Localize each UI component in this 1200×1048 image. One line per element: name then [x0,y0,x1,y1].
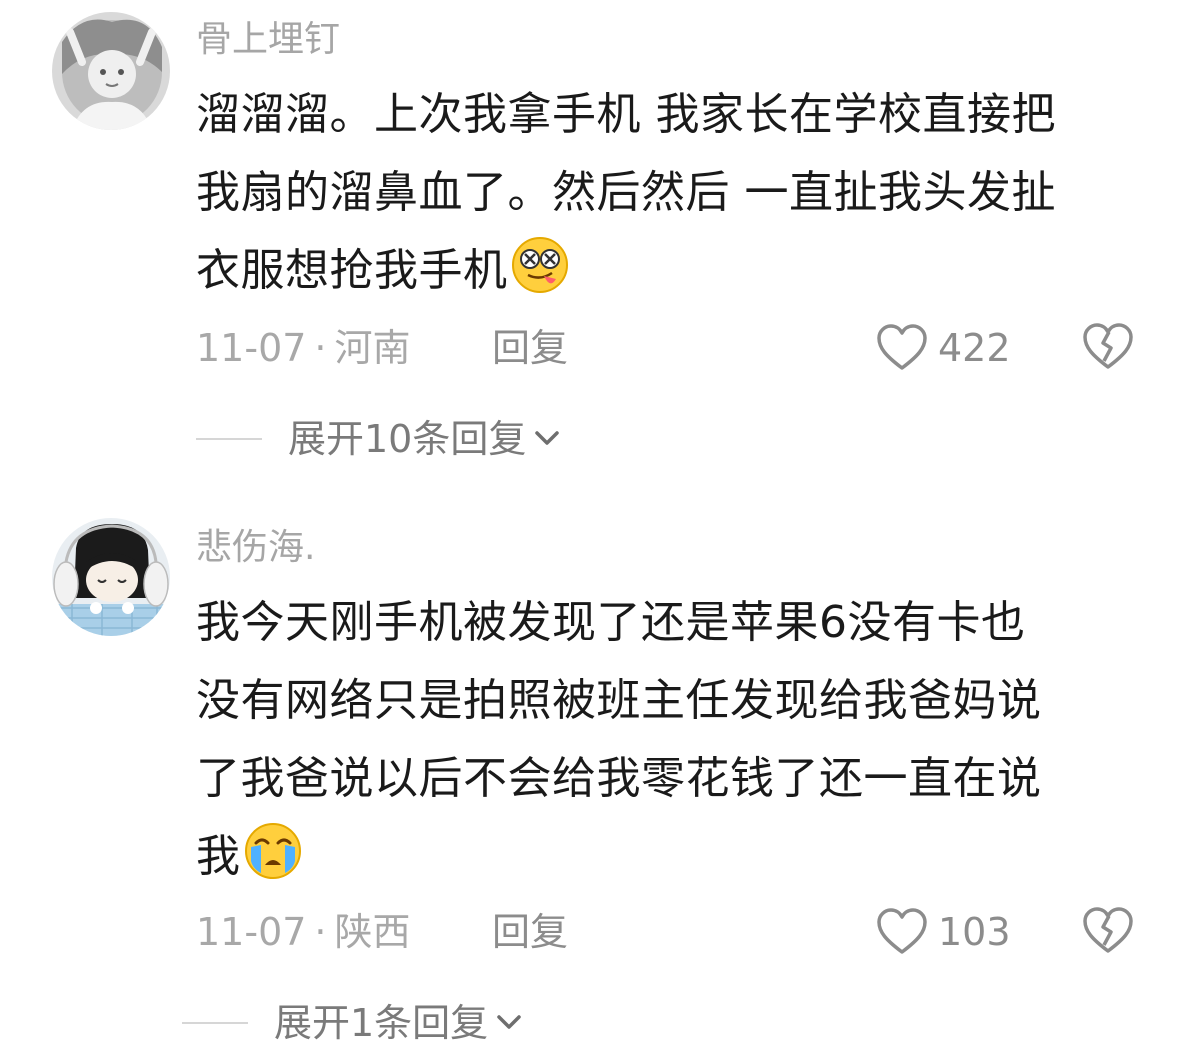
dislike-button[interactable] [1082,323,1134,375]
heart-outline-icon [877,324,927,370]
broken-heart-icon [1083,907,1133,953]
like-button[interactable]: 422 [876,323,1011,373]
username[interactable]: 骨上埋钉 [196,18,340,62]
reply-button[interactable]: 回复 [492,907,568,957]
expand-replies-button[interactable]: 展开10条回复 [196,414,560,464]
divider [182,1022,248,1024]
like-count: 422 [938,326,1011,370]
expand-replies-button[interactable]: 展开1条回复 [182,998,522,1048]
comment-text-segment: 衣服想抢我手机 [196,245,508,296]
comment-text-line: 没有网络只是拍照被班主任发现给我爸妈说 [196,675,1042,726]
meta-separator: · [314,326,327,370]
avatar[interactable] [52,518,170,636]
heart-outline-icon [877,908,927,954]
comment-date: 11-07 [196,910,307,954]
comment-text-line: 我 [196,818,1156,896]
broken-heart-icon [1083,323,1133,369]
comment-text-segment: 我 [196,831,241,882]
comment-text: 我今天刚手机被发现了还是苹果6没有卡也 没有网络只是拍照被班主任发现给我爸妈说 … [196,584,1156,896]
expand-replies-label: 展开1条回复 [274,1001,489,1045]
meta-separator: · [314,910,327,954]
like-button[interactable]: 103 [876,907,1011,957]
chevron-down-icon [497,1015,521,1029]
chevron-down-icon [535,431,560,445]
comment-location: 河南 [334,326,411,370]
reply-button[interactable]: 回复 [492,323,568,373]
comment-date: 11-07 [196,326,307,370]
like-count: 103 [938,910,1011,954]
crying-emoji-icon [244,823,301,879]
comment-text: 溜溜溜。上次我拿手机 我家长在学校直接把 我扇的溜鼻血了。然后然后 一直扯我头发… [196,76,1156,310]
comment-text-line: 溜溜溜。上次我拿手机 我家长在学校直接把 [196,89,1056,140]
dislike-button[interactable] [1082,907,1134,959]
avatar[interactable] [52,12,170,130]
comment-meta: 11-07 · 河南 [196,323,411,373]
username[interactable]: 悲伤海. [196,526,315,570]
divider [196,438,262,440]
comment-text-line: 了我爸说以后不会给我零花钱了还一直在说 [196,753,1042,804]
comment-meta: 11-07 · 陕西 [196,907,411,957]
comment-text-line: 衣服想抢我手机 [196,232,1156,310]
dizzy-tongue-emoji-icon [511,237,568,293]
comment-text-line: 我今天刚手机被发现了还是苹果6没有卡也 [196,597,1026,648]
expand-replies-label: 展开10条回复 [288,417,527,461]
comment-text-line: 我扇的溜鼻血了。然后然后 一直扯我头发扯 [196,167,1056,218]
comment-location: 陕西 [334,910,411,954]
